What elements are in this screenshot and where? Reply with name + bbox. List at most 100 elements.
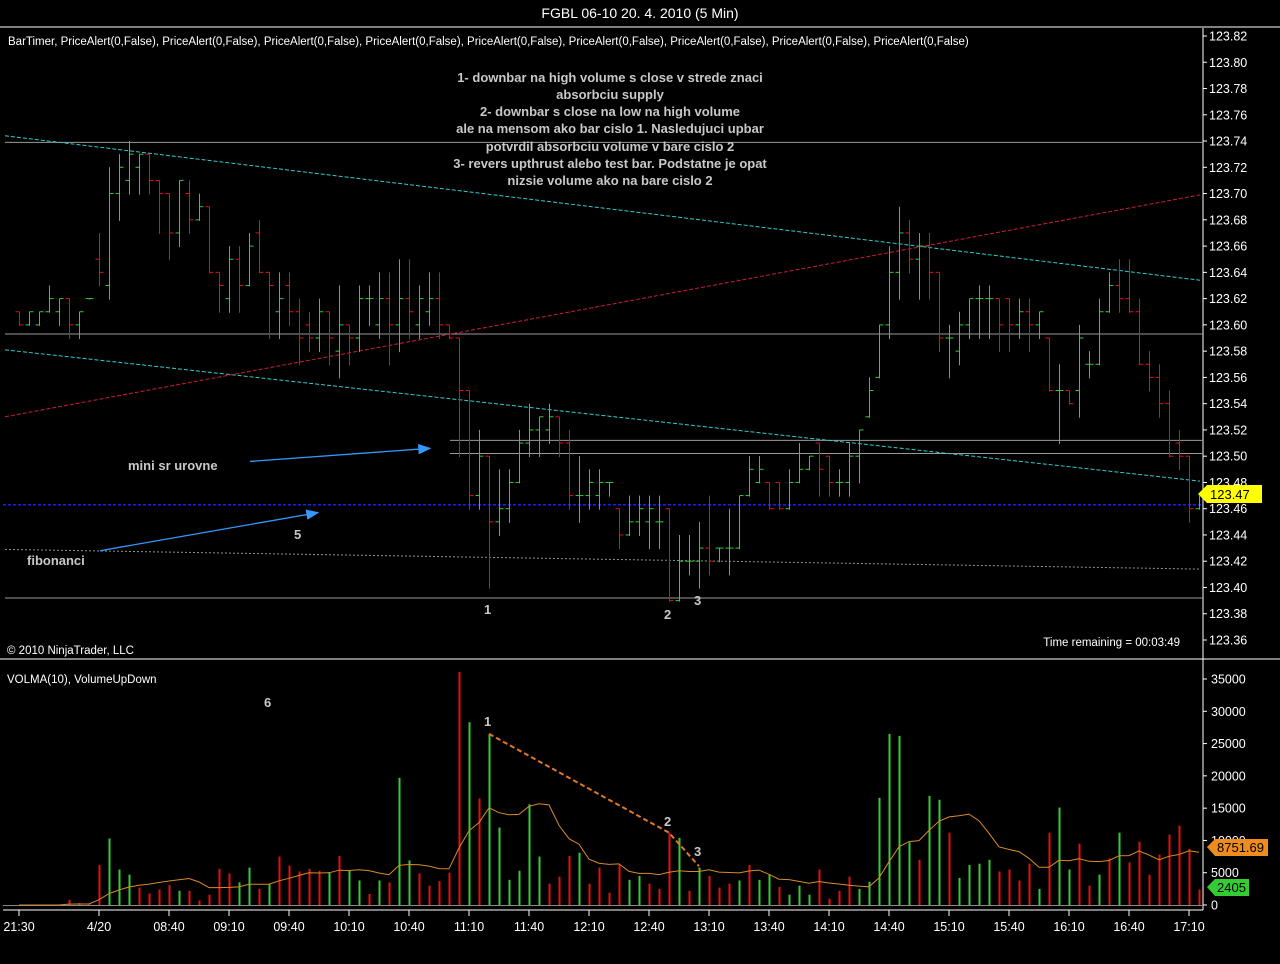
ohlc-bar bbox=[925, 232, 934, 300]
note-line: 2- downbar s close na low na high volume bbox=[480, 104, 740, 119]
ohlc-bar bbox=[205, 206, 214, 274]
volume-tick-label: 0 bbox=[1211, 899, 1218, 913]
volume-tick-label: 35000 bbox=[1211, 673, 1246, 687]
ohlc-bar bbox=[885, 246, 894, 339]
ohlc-bar bbox=[1105, 272, 1114, 313]
time-tick-label: 14:40 bbox=[873, 920, 904, 934]
ohlc-bar bbox=[1185, 455, 1194, 523]
ohlc-bar bbox=[995, 298, 1004, 353]
ohlc-bar bbox=[1065, 390, 1074, 405]
note-line: absorbciu supply bbox=[556, 87, 664, 102]
last-price-value: 123.47 bbox=[1210, 487, 1250, 502]
price-tick-label: 123.64 bbox=[1209, 266, 1247, 280]
ohlc-bar bbox=[235, 246, 244, 313]
ohlc-bar bbox=[165, 193, 174, 261]
time-tick-label: 12:10 bbox=[573, 920, 604, 934]
ohlc-bar bbox=[815, 442, 824, 497]
price-tick-label: 123.50 bbox=[1209, 450, 1247, 464]
ohlc-bar bbox=[975, 285, 984, 339]
time-tick-label: 09:10 bbox=[213, 920, 244, 934]
ohlc-bar bbox=[85, 298, 94, 300]
ohlc-bar bbox=[635, 495, 644, 536]
ohlc-bar bbox=[1075, 324, 1084, 418]
ohlc-bar bbox=[1025, 298, 1034, 353]
ohlc-bar bbox=[365, 285, 374, 326]
ohlc-bar bbox=[225, 246, 234, 313]
ohlc-bar bbox=[565, 429, 574, 510]
ohlc-bar bbox=[765, 481, 774, 510]
ohlc-bar bbox=[945, 324, 954, 379]
ohlc-bar bbox=[855, 429, 864, 484]
ohlc-bar bbox=[265, 271, 274, 339]
ohlc-bar bbox=[1135, 298, 1144, 366]
ohlc-bar bbox=[715, 547, 724, 563]
price-tick-label: 123.60 bbox=[1209, 318, 1247, 332]
last-volume-value: 2405 bbox=[1217, 880, 1246, 895]
ohlc-bar bbox=[75, 311, 84, 339]
volume-tick-label: 5000 bbox=[1211, 866, 1239, 880]
ohlc-bar bbox=[675, 534, 684, 602]
ohlc-bar bbox=[655, 495, 664, 550]
price-tick-label: 123.46 bbox=[1209, 502, 1247, 516]
ohlc-bar bbox=[295, 298, 304, 366]
ohlc-bar bbox=[1165, 390, 1174, 458]
price-tick-label: 123.56 bbox=[1209, 371, 1247, 385]
ohlc-bar bbox=[505, 469, 514, 523]
ohlc-bar bbox=[435, 272, 444, 339]
ohlc-bar bbox=[965, 298, 974, 339]
price-tick-label: 123.72 bbox=[1209, 161, 1247, 175]
ohlc-bar bbox=[185, 180, 194, 234]
ohlc-bar bbox=[1005, 298, 1014, 353]
volume-mark-3: 3 bbox=[694, 844, 701, 859]
ohlc-bar bbox=[705, 495, 714, 576]
ohlc-bar bbox=[605, 481, 614, 497]
ohlc-bar bbox=[955, 311, 964, 366]
time-tick-label: 13:10 bbox=[693, 920, 724, 934]
price-tick-label: 123.74 bbox=[1209, 135, 1247, 149]
ohlc-bar bbox=[745, 456, 754, 497]
mini-sr-label: mini sr urovne bbox=[128, 458, 218, 473]
price-tick-label: 123.70 bbox=[1209, 187, 1247, 201]
time-tick-label: 17:10 bbox=[1173, 920, 1204, 934]
volume-mark-2: 2 bbox=[664, 814, 671, 829]
ohlc-bar bbox=[315, 298, 324, 353]
ohlc-bar bbox=[335, 285, 344, 379]
ohlc-bar bbox=[395, 259, 404, 353]
price-tick-label: 123.38 bbox=[1209, 607, 1247, 621]
ninjatrader-chart[interactable]: FGBL 06-10 20. 4. 2010 (5 Min) BarTimer,… bbox=[0, 0, 1280, 964]
ohlc-bar bbox=[375, 272, 384, 339]
copyright: © 2010 NinjaTrader, LLC bbox=[7, 645, 134, 657]
ohlc-bar bbox=[135, 153, 144, 195]
ohlc-bar bbox=[445, 324, 454, 339]
ohlc-bar bbox=[1115, 259, 1124, 313]
volume-tick-label: 25000 bbox=[1211, 737, 1246, 751]
volume-tick-label: 30000 bbox=[1211, 705, 1246, 719]
indicators-label: BarTimer, PriceAlert(0,False), PriceAler… bbox=[8, 36, 969, 48]
time-tick-label: 16:40 bbox=[1113, 920, 1144, 934]
time-tick-label: 09:40 bbox=[273, 920, 304, 934]
ohlc-bar bbox=[595, 469, 604, 510]
time-tick-label: 4/20 bbox=[87, 920, 111, 934]
price-tick-label: 123.78 bbox=[1209, 82, 1247, 96]
drawing-objects bbox=[3, 135, 1203, 599]
ohlc-bar bbox=[95, 232, 104, 287]
ohlc-bar bbox=[1175, 429, 1184, 471]
price-mark-1: 1 bbox=[484, 602, 491, 617]
fibonacci-line bbox=[4, 548, 1201, 570]
ohlc-bar bbox=[385, 272, 394, 366]
ohlc-bar bbox=[795, 443, 804, 484]
ohlc-bar bbox=[255, 219, 264, 274]
ohlc-bar bbox=[305, 311, 314, 353]
ohlc-bar bbox=[1155, 364, 1164, 418]
volume-bars bbox=[3, 671, 1203, 906]
ohlc-bar bbox=[65, 298, 74, 339]
ohlc-bar bbox=[665, 508, 674, 602]
note-line: 1- downbar na high volume s close v stre… bbox=[457, 70, 763, 85]
ohlc-bar bbox=[575, 456, 584, 523]
time-tick-label: 21:30 bbox=[3, 920, 34, 934]
note-line: ale na mensom ako bar cislo 1. Nasleduju… bbox=[456, 121, 764, 136]
ohlc-bar bbox=[275, 272, 284, 339]
ohlc-bar bbox=[695, 521, 704, 589]
time-remaining: Time remaining = 00:03:49 bbox=[1043, 637, 1180, 649]
price-tick-label: 123.76 bbox=[1209, 108, 1247, 122]
